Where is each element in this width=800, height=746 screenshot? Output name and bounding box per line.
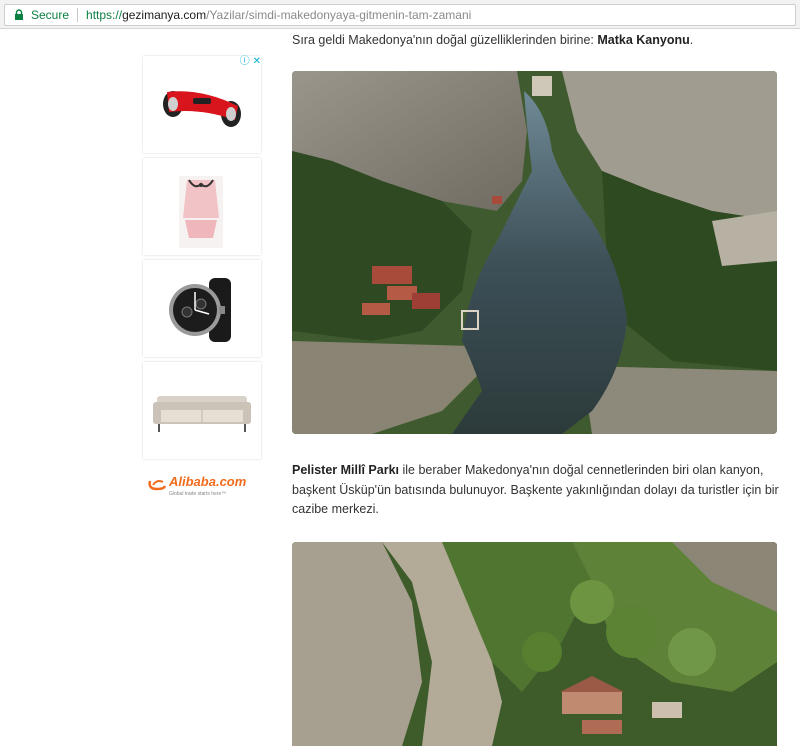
ad-sidebar: ⓘ ✕ Alibaba.com Global trade starts here… [143,56,261,497]
lead-paragraph: Sıra geldi Makedonya'nın doğal güzellikl… [292,30,782,50]
canyon-aerial-image [292,71,777,434]
ad-product-hoverboard[interactable] [143,56,261,153]
article-content: Sıra geldi Makedonya'nın doğal güzellikl… [292,30,782,50]
sofa-image [153,396,251,432]
alibaba-logo[interactable]: Alibaba.com Global trade starts here™ [143,473,261,497]
lingerie-image [179,176,223,248]
lead-highlight: Matka Kanyonu [597,33,690,47]
alibaba-smile-icon [148,480,167,491]
ad-close-icon[interactable]: ✕ [253,56,261,68]
lead-text: Sıra geldi Makedonya'nın doğal güzellikl… [292,33,598,47]
secure-label: Secure [31,8,70,22]
url-host: gezimanya.com [122,8,207,22]
canyon-forest-image [292,542,777,746]
ad-product-sofa[interactable] [143,362,261,459]
browser-address-bar: Secure https://gezimanya.com/Yazilar/sim… [0,0,800,29]
ad-product-lingerie[interactable] [143,158,261,255]
alibaba-wordmark: Alibaba.com [169,474,247,489]
lead-end: . [689,33,694,47]
canyon-forest-photo [292,542,777,746]
alibaba-tagline: Global trade starts here™ [169,491,227,497]
omnibox-divider [77,8,79,22]
url-omnibox[interactable]: Secure https://gezimanya.com/Yazilar/sim… [4,4,796,26]
body-highlight: Pelister Millî Parkı [292,463,399,477]
ad-info-icon[interactable]: ⓘ [240,56,250,68]
matka-canyon-photo [292,71,777,434]
url-scheme: https:// [86,8,123,22]
watch-image [169,278,231,342]
body-paragraph: Pelister Millî Parkı ile beraber Makedon… [292,461,782,520]
lock-icon [15,9,23,20]
hoverboard-image [163,91,241,127]
url-path: /Yazilar/simdi-makedonyaya-gitmenin-tam-… [206,8,472,22]
ad-product-watch[interactable] [143,260,261,357]
ad-choices-badge[interactable]: ⓘ ✕ [240,56,261,68]
